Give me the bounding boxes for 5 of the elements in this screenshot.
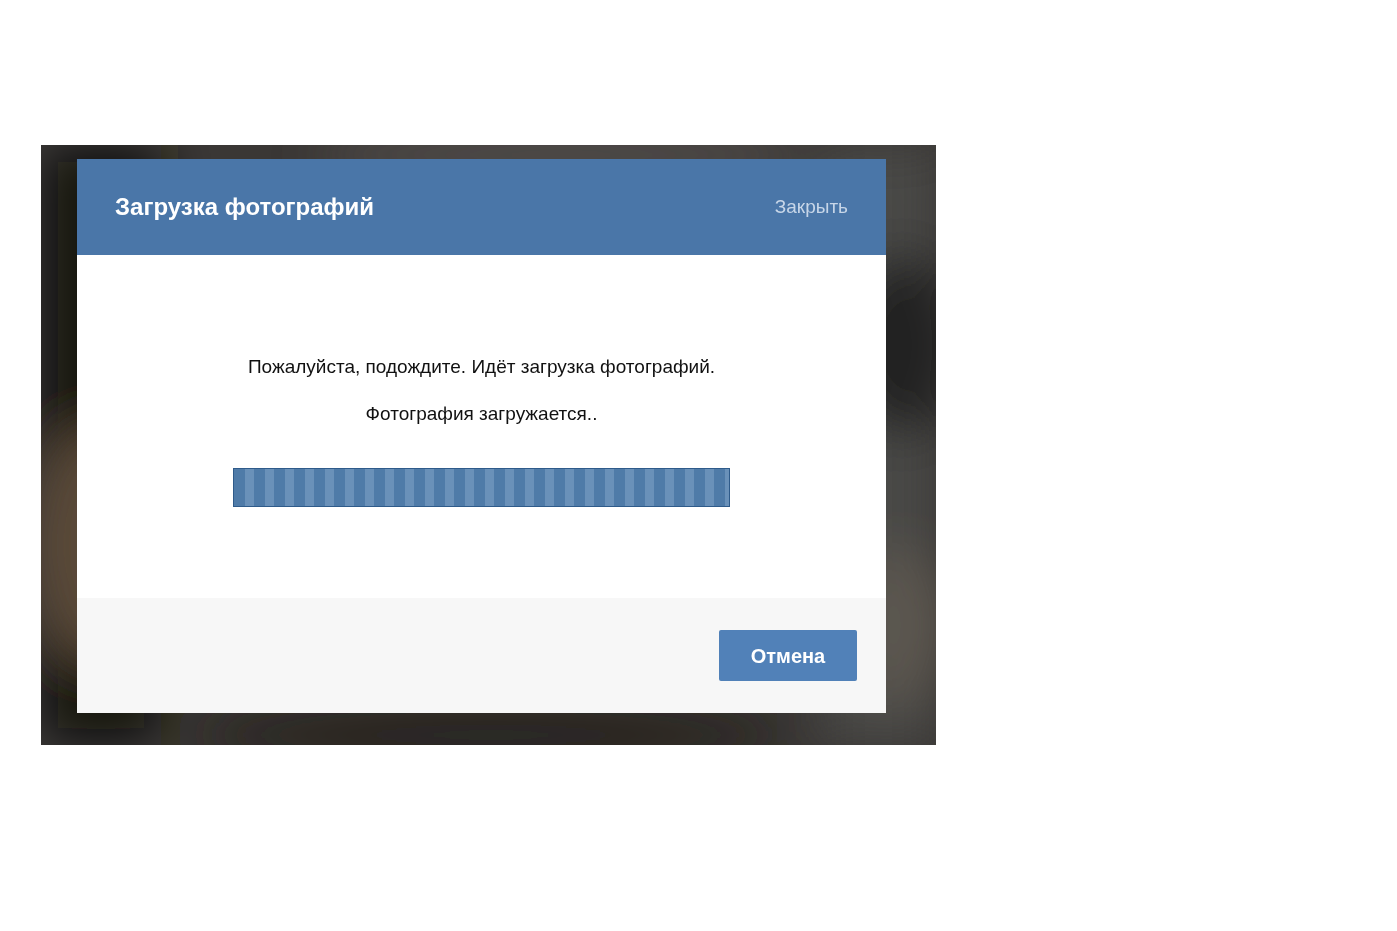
wait-message: Пожалуйста, подождите. Идёт загрузка фотографий.	[247, 355, 716, 379]
dialog-title: Загрузка фотографий	[115, 192, 375, 222]
cancel-button[interactable]: Отмена	[719, 630, 857, 681]
upload-status: Фотография загружается..	[365, 401, 598, 426]
close-link[interactable]: Закрыть	[774, 192, 848, 222]
